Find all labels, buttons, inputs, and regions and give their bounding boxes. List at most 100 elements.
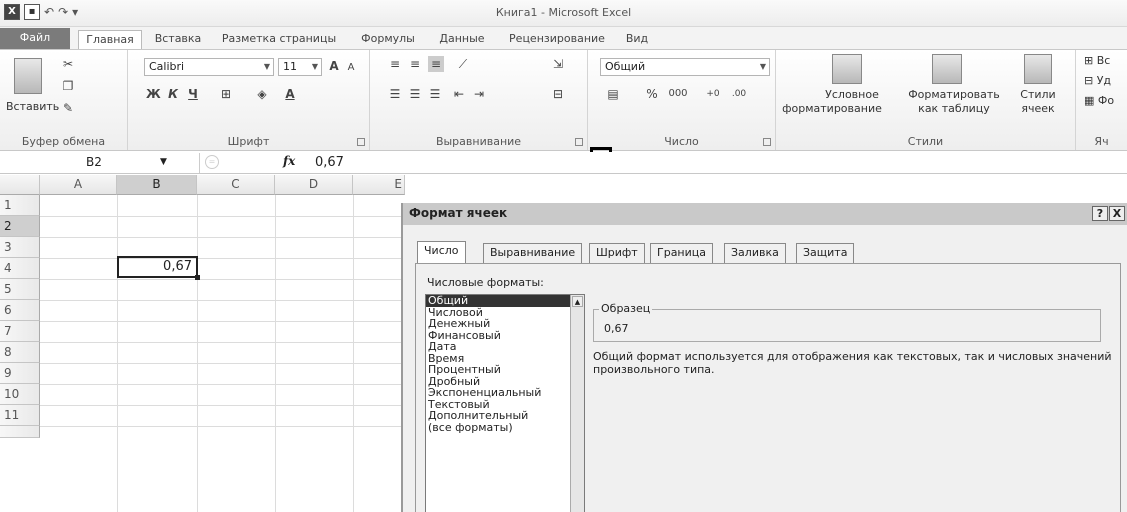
cell-styles-icon[interactable] bbox=[1024, 54, 1052, 84]
row-header-12[interactable] bbox=[0, 426, 40, 438]
format-cells-button[interactable]: ▦ Фо bbox=[1084, 94, 1114, 107]
copy-icon[interactable]: ❐ bbox=[60, 78, 76, 94]
scroll-up-icon[interactable]: ▲ bbox=[572, 296, 583, 307]
font-color-icon[interactable]: A bbox=[282, 86, 298, 102]
tab-data[interactable]: Данные bbox=[430, 30, 494, 49]
paste-button[interactable]: Вставить bbox=[6, 100, 59, 113]
dialog-title-bar[interactable]: Формат ячеек bbox=[403, 203, 1127, 225]
insert-cells-button[interactable]: ⊞ Вс bbox=[1084, 54, 1110, 67]
delete-cells-button[interactable]: ⊟ Уд bbox=[1084, 74, 1111, 87]
tab-formulas[interactable]: Формулы bbox=[356, 30, 420, 49]
number-format-value: Общий bbox=[605, 60, 646, 73]
format-as-table-label-1[interactable]: Форматировать bbox=[904, 88, 1004, 101]
conditional-formatting-label-2[interactable]: форматирование bbox=[776, 102, 888, 115]
list-item[interactable]: Экспоненциальный bbox=[426, 387, 584, 399]
close-button[interactable]: X bbox=[1109, 206, 1125, 221]
list-item[interactable]: Общий bbox=[426, 295, 584, 307]
thousands-separator-button[interactable]: 000 bbox=[666, 86, 690, 102]
tab-page-layout[interactable]: Разметка страницы bbox=[214, 30, 344, 49]
align-right-icon[interactable]: ☰ bbox=[428, 86, 442, 102]
conditional-formatting-icon[interactable] bbox=[832, 54, 862, 84]
formula-input[interactable]: 0,67 bbox=[315, 155, 344, 170]
select-all-corner[interactable] bbox=[0, 175, 40, 195]
tab-border[interactable]: Граница bbox=[650, 243, 714, 263]
row-header-6[interactable]: 6 bbox=[0, 300, 40, 321]
borders-icon[interactable]: ⊞ bbox=[218, 86, 234, 102]
wrap-text-icon[interactable]: ⇲ bbox=[550, 56, 566, 72]
cell-styles-label-2[interactable]: ячеек bbox=[1014, 102, 1062, 115]
insert-function-icon[interactable]: fx bbox=[283, 154, 295, 168]
column-header-c[interactable]: C bbox=[197, 175, 275, 195]
category-scrollbar[interactable]: ▲ bbox=[570, 295, 584, 512]
column-header-a[interactable]: A bbox=[40, 175, 117, 195]
row-header-7[interactable]: 7 bbox=[0, 321, 40, 342]
row-header-8[interactable]: 8 bbox=[0, 342, 40, 363]
list-item[interactable]: Денежный bbox=[426, 318, 584, 330]
align-top-icon[interactable]: ≡ bbox=[388, 56, 402, 72]
align-bottom-icon[interactable]: ≡ bbox=[428, 56, 444, 72]
font-size-select[interactable]: 11 ▼ bbox=[278, 58, 322, 76]
merge-center-icon[interactable]: ⊟ bbox=[548, 86, 568, 102]
format-as-table-icon[interactable] bbox=[932, 54, 962, 84]
increase-font-icon[interactable]: A bbox=[326, 58, 342, 74]
tab-protection[interactable]: Защита bbox=[796, 243, 855, 263]
tab-number[interactable]: Число bbox=[417, 241, 466, 264]
active-cell-b2[interactable]: 0,67 bbox=[117, 256, 200, 280]
tab-alignment[interactable]: Выравнивание bbox=[483, 243, 583, 263]
list-item[interactable]: (все форматы) bbox=[426, 422, 584, 434]
decrease-indent-icon[interactable]: ⇤ bbox=[452, 86, 466, 102]
cell-styles-label-1[interactable]: Стили bbox=[1014, 88, 1062, 101]
number-dialog-launcher-icon[interactable] bbox=[763, 138, 771, 146]
number-format-select[interactable]: Общий ▼ bbox=[600, 58, 770, 76]
cut-icon[interactable]: ✂ bbox=[60, 56, 76, 72]
category-list[interactable]: Общий Числовой Денежный Финансовый Дата … bbox=[425, 294, 585, 512]
paste-icon[interactable] bbox=[14, 58, 42, 94]
alignment-dialog-launcher-icon[interactable] bbox=[575, 138, 583, 146]
name-box[interactable]: B2 ▼ bbox=[0, 153, 200, 173]
list-item[interactable]: Дата bbox=[426, 341, 584, 353]
row-header-9[interactable]: 9 bbox=[0, 363, 40, 384]
align-middle-icon[interactable]: ≡ bbox=[408, 56, 422, 72]
currency-icon[interactable]: ▤ bbox=[602, 86, 624, 102]
fill-color-icon[interactable]: ◈ bbox=[254, 86, 270, 102]
tab-fill[interactable]: Заливка bbox=[724, 243, 786, 263]
decrease-decimal-icon[interactable]: .00 bbox=[728, 86, 750, 102]
increase-indent-icon[interactable]: ⇥ bbox=[472, 86, 486, 102]
font-name-select[interactable]: Calibri ▼ bbox=[144, 58, 274, 76]
row-header-3[interactable]: 3 bbox=[0, 237, 40, 258]
align-center-icon[interactable]: ☰ bbox=[408, 86, 422, 102]
tab-review[interactable]: Рецензирование bbox=[500, 30, 614, 49]
row-header-4[interactable]: 4 bbox=[0, 258, 40, 279]
fill-handle[interactable] bbox=[195, 275, 200, 280]
tab-home[interactable]: Главная bbox=[78, 30, 142, 50]
increase-decimal-icon[interactable]: +0 bbox=[702, 86, 724, 102]
column-header-b[interactable]: B bbox=[117, 175, 197, 195]
tab-insert[interactable]: Вставка bbox=[148, 30, 208, 49]
row-header-2[interactable]: 2 bbox=[0, 216, 40, 237]
list-item[interactable]: Процентный bbox=[426, 364, 584, 376]
orientation-icon[interactable]: ⟋ bbox=[454, 56, 472, 72]
tab-font[interactable]: Шрифт bbox=[589, 243, 645, 263]
underline-button[interactable]: Ч bbox=[186, 86, 200, 102]
row-header-5[interactable]: 5 bbox=[0, 279, 40, 300]
font-dialog-launcher-icon[interactable] bbox=[357, 138, 365, 146]
row-header-1[interactable]: 1 bbox=[0, 195, 40, 216]
cancel-formula-icon[interactable]: = bbox=[205, 155, 219, 169]
tab-view[interactable]: Вид bbox=[620, 30, 654, 49]
decrease-font-icon[interactable]: A bbox=[344, 60, 358, 76]
format-painter-icon[interactable]: ✎ bbox=[60, 100, 76, 116]
format-as-table-label-2[interactable]: как таблицу bbox=[904, 102, 1004, 115]
help-button[interactable]: ? bbox=[1092, 206, 1108, 221]
column-header-d[interactable]: D bbox=[275, 175, 353, 195]
bold-button[interactable]: Ж bbox=[146, 86, 161, 102]
italic-button[interactable]: К bbox=[166, 86, 180, 102]
row-header-11[interactable]: 11 bbox=[0, 405, 40, 426]
column-header-e[interactable]: E bbox=[353, 175, 405, 195]
conditional-formatting-label-1[interactable]: Условное bbox=[816, 88, 888, 101]
worksheet-grid[interactable]: A B C D E 1 2 3 4 5 6 7 8 9 10 11 bbox=[0, 175, 405, 512]
percent-button[interactable]: % bbox=[646, 86, 658, 102]
tab-file[interactable]: Файл bbox=[0, 28, 70, 49]
list-item[interactable]: Дополнительный bbox=[426, 410, 584, 422]
align-left-icon[interactable]: ☰ bbox=[388, 86, 402, 102]
row-header-10[interactable]: 10 bbox=[0, 384, 40, 405]
